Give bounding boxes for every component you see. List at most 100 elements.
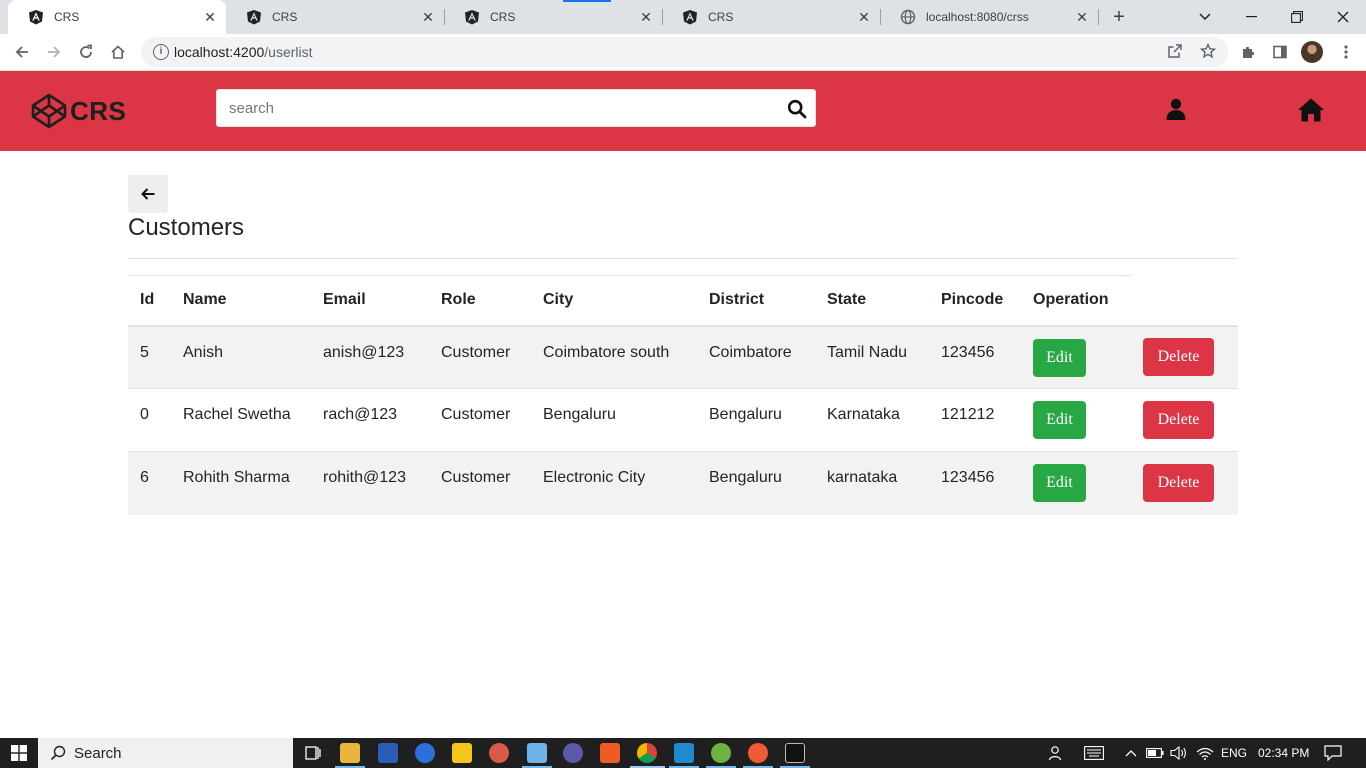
reload-icon <box>80 44 92 58</box>
extensions-button[interactable] <box>1236 40 1260 64</box>
info-icon[interactable]: i <box>153 44 169 60</box>
restore-button[interactable] <box>1274 0 1320 34</box>
sticky-notes-icon[interactable] <box>452 743 472 763</box>
language-indicator[interactable]: ENG <box>1221 738 1247 768</box>
cell-city: Coimbatore south <box>531 325 697 389</box>
tab-title: CRS <box>272 10 298 24</box>
arrow-left-icon <box>15 46 28 58</box>
address-url: localhost:4200/userlist <box>174 44 313 60</box>
chrome-icon[interactable] <box>637 743 657 763</box>
close-icon <box>1337 11 1349 23</box>
delete-button[interactable]: Delete <box>1143 464 1214 502</box>
url-host: localhost:4200 <box>174 44 265 60</box>
notepad-icon[interactable] <box>527 743 547 763</box>
postman-icon[interactable] <box>748 743 768 763</box>
close-icon[interactable]: ✕ <box>1074 9 1090 25</box>
divider <box>128 258 1238 259</box>
close-window-button[interactable] <box>1320 0 1366 34</box>
edit-button[interactable]: Edit <box>1033 464 1086 502</box>
minimize-icon <box>1245 16 1257 18</box>
spring-tool-icon[interactable] <box>711 743 731 763</box>
home-outline-icon <box>111 45 125 59</box>
search-input[interactable] <box>229 90 769 126</box>
close-icon[interactable]: ✕ <box>638 9 654 25</box>
minimize-button[interactable] <box>1228 0 1274 34</box>
app-header: CRS <box>0 71 1366 151</box>
cell-edit: Edit <box>1021 325 1131 389</box>
edit-button[interactable]: Edit <box>1033 338 1086 377</box>
word-icon[interactable] <box>378 743 398 763</box>
angular-icon <box>28 9 44 25</box>
terminal-icon[interactable] <box>785 743 805 763</box>
table-row: 5 Anish anish@123 Customer Coimbatore so… <box>128 325 1238 389</box>
browser-tab-5[interactable]: localhost:8080/crss ✕ <box>880 0 1098 34</box>
close-icon[interactable]: ✕ <box>202 9 218 25</box>
address-bar[interactable]: i localhost:4200/userlist <box>141 37 1228 67</box>
browser-menu-button[interactable] <box>1334 40 1358 64</box>
vscode-icon[interactable] <box>674 743 694 763</box>
notification-icon[interactable] <box>1324 738 1342 768</box>
browser-tab-2[interactable]: CRS ✕ <box>226 0 444 34</box>
browser-tab-4[interactable]: CRS ✕ <box>662 0 880 34</box>
keyboard-icon[interactable] <box>1084 738 1104 768</box>
home-icon[interactable] <box>1297 97 1324 123</box>
windows-icon <box>11 745 27 761</box>
back-button[interactable] <box>128 175 168 213</box>
battery-icon[interactable] <box>1146 738 1164 768</box>
start-button[interactable] <box>0 738 38 768</box>
cell-district: Bengaluru <box>697 388 815 452</box>
brand-logo[interactable]: CRS <box>30 91 126 131</box>
angular-icon <box>464 9 480 25</box>
forward-nav-button[interactable] <box>42 40 66 64</box>
cell-district: Bengaluru <box>697 451 815 515</box>
browser-tab-1[interactable]: CRS ✕ <box>8 0 226 34</box>
close-icon[interactable]: ✕ <box>420 9 436 25</box>
volume-icon[interactable] <box>1170 738 1188 768</box>
profile-avatar[interactable] <box>1301 41 1323 63</box>
cell-city: Bengaluru <box>531 388 697 452</box>
back-nav-button[interactable] <box>10 40 34 64</box>
tab-title: CRS <box>54 10 80 24</box>
clock[interactable]: 02:34 PM <box>1258 738 1309 768</box>
cell-edit: Edit <box>1021 388 1131 452</box>
file-explorer-icon[interactable] <box>340 743 360 763</box>
bookmark-star-icon[interactable] <box>1199 42 1217 61</box>
delete-button[interactable]: Delete <box>1143 401 1214 439</box>
cell-email: rach@123 <box>311 388 429 452</box>
share-icon[interactable] <box>1166 43 1184 61</box>
search-box <box>216 89 816 127</box>
cell-state: karnataka <box>815 451 929 515</box>
home-nav-button[interactable] <box>106 40 130 64</box>
col-header-role: Role <box>429 275 531 327</box>
tab-title: CRS <box>708 10 734 24</box>
people-icon[interactable] <box>1048 738 1066 768</box>
side-panel-button[interactable] <box>1268 40 1292 64</box>
reload-button[interactable] <box>74 40 98 64</box>
cell-role: Customer <box>429 451 531 515</box>
delete-button[interactable]: Delete <box>1143 337 1214 376</box>
app-icon[interactable] <box>563 743 583 763</box>
codepen-icon <box>31 93 67 129</box>
new-tab-button[interactable]: + <box>1109 7 1129 27</box>
app-icon[interactable] <box>489 743 509 763</box>
browser-tab-3[interactable]: CRS ✕ <box>444 0 662 34</box>
chevron-up-icon[interactable] <box>1125 738 1137 768</box>
cell-id: 6 <box>128 451 171 515</box>
brave-icon[interactable] <box>600 743 620 763</box>
edit-button[interactable]: Edit <box>1033 401 1086 439</box>
wifi-icon[interactable] <box>1196 738 1214 768</box>
close-icon[interactable]: ✕ <box>856 9 872 25</box>
tab-search-button[interactable] <box>1182 0 1228 34</box>
side-panel-icon <box>1273 45 1287 59</box>
col-header-email: Email <box>311 275 429 327</box>
cell-email: rohith@123 <box>311 451 429 515</box>
col-header-name: Name <box>171 275 311 327</box>
table-header-row: Id Name Email Role City District State P… <box>128 275 1238 327</box>
search-icon[interactable] <box>787 99 807 119</box>
customers-table: Id Name Email Role City District State P… <box>128 275 1238 515</box>
user-icon[interactable] <box>1164 97 1190 123</box>
tab-title: localhost:8080/crss <box>926 10 1029 24</box>
zoom-icon[interactable] <box>415 743 435 763</box>
taskbar-search[interactable]: Search <box>38 738 293 768</box>
task-view-icon[interactable] <box>303 743 323 763</box>
